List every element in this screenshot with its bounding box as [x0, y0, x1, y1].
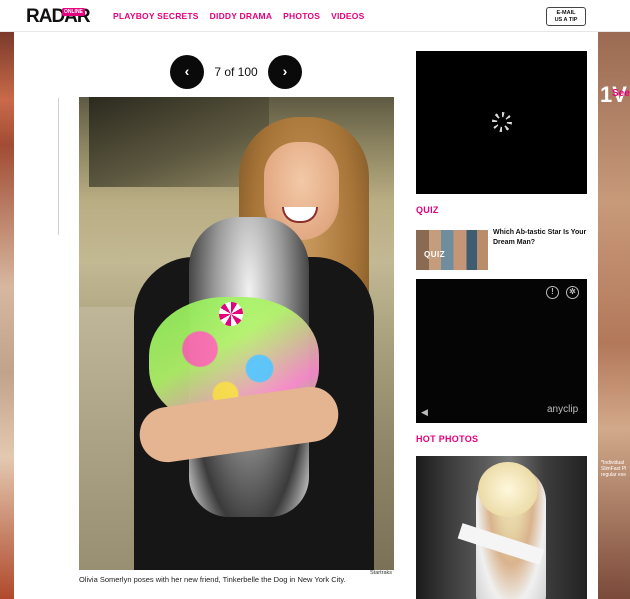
mute-icon[interactable]: ◀	[421, 407, 428, 418]
nav-item-photos[interactable]: PHOTOS	[283, 11, 320, 21]
hot-photo-wig	[478, 462, 538, 517]
nav-item-playboy-secrets[interactable]: PLAYBOY SECRETS	[113, 11, 199, 21]
photo-caption: Olivia Somerlyn poses with her new frien…	[79, 575, 346, 584]
video-player-loading[interactable]	[416, 51, 587, 194]
hot-photo-thumbnail[interactable]	[416, 456, 587, 599]
gallery-pager: ‹ 7 of 100 ›	[170, 55, 302, 89]
quiz-section-title: QUIZ	[416, 205, 439, 215]
quiz-thumbnail[interactable]: QUIZ	[416, 230, 488, 270]
pager-count: 7 of 100	[214, 65, 258, 79]
gallery-photo[interactable]	[79, 97, 394, 570]
gear-icon[interactable]: ✲	[566, 286, 579, 299]
right-ad-rail[interactable]: 1V See *Individual SlimFast Pl regular e…	[598, 32, 630, 599]
anyclip-logo[interactable]: anyclip	[547, 404, 578, 415]
nav-item-diddy-drama[interactable]: DIDDY DRAMA	[210, 11, 273, 21]
email-tip-button[interactable]: E-MAIL US A TIP	[546, 7, 586, 26]
right-ad-see: See	[612, 88, 630, 99]
photo-credit: Startraks	[370, 570, 393, 576]
logo-tag: ONLINE	[62, 8, 85, 16]
prev-arrow-icon[interactable]: ‹	[170, 55, 204, 89]
loading-spinner-icon	[492, 112, 512, 132]
email-tip-label-2: US A TIP	[554, 17, 578, 23]
quiz-link[interactable]: Which Ab-tastic Star Is Your Dream Man?	[493, 228, 588, 248]
left-ad-rail[interactable]	[0, 32, 14, 599]
right-ad-fineprint: *Individual SlimFast Pl regular exe	[601, 460, 627, 478]
photo-lollipop	[219, 302, 243, 326]
next-arrow-icon[interactable]: ›	[268, 55, 302, 89]
email-tip-label-1: E-MAIL	[556, 10, 576, 16]
site-header: RADAR ONLINE PLAYBOY SECRETS DIDDY DRAMA…	[0, 0, 630, 32]
anyclip-video-player[interactable]: ! ✲ ◀ anyclip	[416, 279, 587, 423]
quiz-thumb-label: QUIZ	[424, 250, 446, 259]
left-divider	[58, 98, 59, 235]
info-icon[interactable]: !	[546, 286, 559, 299]
nav-item-videos[interactable]: VIDEOS	[331, 11, 364, 21]
hot-photos-title: HOT PHOTOS	[416, 434, 479, 444]
main-nav: PLAYBOY SECRETS DIDDY DRAMA PHOTOS VIDEO…	[113, 11, 364, 21]
gallery-main: ‹ 7 of 100 › Startraks Olivia Somerlyn p…	[14, 32, 598, 599]
